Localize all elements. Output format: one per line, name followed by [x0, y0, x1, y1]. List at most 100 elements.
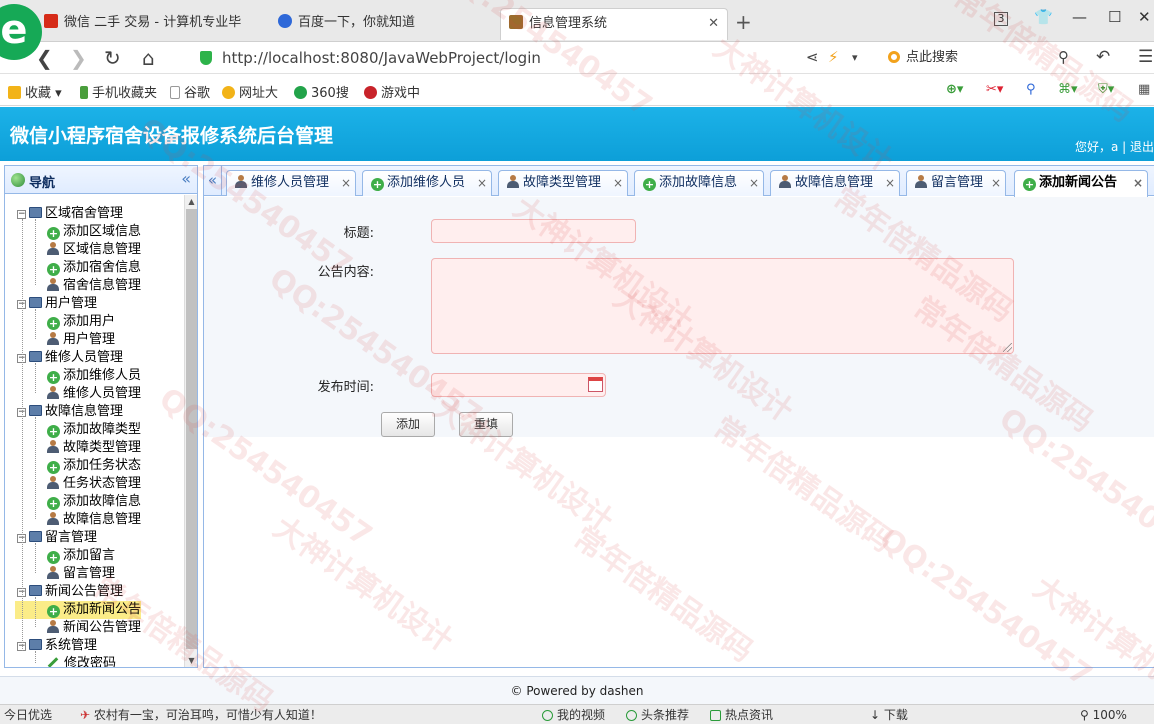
search-input[interactable]: 点此搜索	[888, 46, 1078, 70]
close-icon[interactable]: ×	[341, 171, 351, 195]
sidebar-item[interactable]: 修改密码	[47, 655, 116, 667]
close-icon[interactable]: ×	[749, 171, 759, 195]
panel-tab[interactable]: + 添加故障信息 ×	[634, 170, 764, 196]
status-download[interactable]: ↓ 下载	[870, 705, 908, 724]
sidebar-item[interactable]: 新闻公告管理	[47, 619, 141, 637]
browser-tab-label: 信息管理系统	[529, 16, 608, 31]
status-my-video[interactable]: 我的视频	[542, 705, 605, 724]
sidebar-item[interactable]: + 添加用户	[47, 313, 115, 331]
scroll-up-icon[interactable]: ▲	[185, 195, 198, 208]
browser-tab-3-active[interactable]: 信息管理系统 ✕	[500, 8, 728, 40]
panel-tab[interactable]: + 添加维修人员 ×	[362, 170, 492, 196]
status-today-picks[interactable]: 今日优选	[4, 705, 52, 724]
scroll-down-icon[interactable]: ▼	[185, 654, 198, 667]
scissors-icon[interactable]: ✂▾	[986, 82, 1003, 97]
menu-icon[interactable]: ☰	[1138, 47, 1153, 67]
close-tab-icon[interactable]: ✕	[708, 9, 719, 39]
bookmark-360[interactable]: 360搜	[294, 82, 349, 101]
panel-tab[interactable]: 维修人员管理 ×	[226, 170, 356, 196]
add-extension-icon[interactable]: ⊕▾	[946, 82, 963, 97]
maximize-icon[interactable]: ☐	[1108, 8, 1121, 26]
sidebar-group[interactable]: − 故障信息管理	[17, 403, 123, 421]
user-info-logout[interactable]: 您好，a | 退出	[1075, 138, 1154, 155]
sidebar-item[interactable]: 宿舍信息管理	[47, 277, 141, 295]
status-zoom[interactable]: ⚲ 100%	[1080, 705, 1127, 724]
close-icon[interactable]: ×	[1133, 171, 1143, 195]
secure-shield-icon	[200, 51, 212, 65]
back-icon[interactable]: ❮	[36, 46, 53, 70]
reset-button[interactable]: 重填	[459, 412, 513, 437]
sidebar-item[interactable]: + 添加宿舍信息	[47, 259, 141, 277]
sidebar-item[interactable]: 区域信息管理	[47, 241, 141, 259]
home-icon[interactable]: ⌂	[142, 46, 155, 70]
new-tab-button[interactable]: +	[735, 10, 752, 34]
tree-toggle-icon[interactable]: −	[17, 210, 26, 219]
sidebar-item[interactable]: + 添加维修人员	[47, 367, 141, 385]
sidebar-group[interactable]: − 留言管理	[17, 529, 97, 547]
gamepad-icon[interactable]: ⌘▾	[1058, 82, 1078, 97]
bookmark-urls[interactable]: 网址大	[222, 82, 278, 101]
minimize-icon[interactable]: —	[1072, 8, 1087, 26]
sidebar-item[interactable]: 故障信息管理	[47, 511, 141, 529]
panel-tab[interactable]: 留言管理 ×	[906, 170, 1006, 196]
apps-grid-icon[interactable]: ▦	[1138, 82, 1150, 97]
sidebar-scrollbar[interactable]: ▲ ▼	[184, 195, 197, 667]
sidebar-group[interactable]: − 区域宿舍管理	[17, 205, 123, 223]
panel-tab[interactable]: 故障信息管理 ×	[770, 170, 900, 196]
sidebar-item[interactable]: + 添加任务状态	[47, 457, 141, 475]
bookmark-google[interactable]: 谷歌	[170, 82, 210, 101]
sidebar-item[interactable]: + 添加新闻公告	[15, 601, 142, 619]
close-window-icon[interactable]: ✕	[1138, 8, 1151, 26]
sidebar-group[interactable]: − 系统管理	[17, 637, 97, 655]
collapse-sidebar-icon[interactable]: «	[181, 169, 191, 188]
bookmark-favorites[interactable]: 收藏 ▾	[8, 82, 62, 101]
user-icon	[47, 620, 59, 633]
shield-extension-icon[interactable]: ⛨▾	[1098, 82, 1114, 97]
share-icon[interactable]: ⋖	[806, 48, 819, 66]
title-input[interactable]	[431, 219, 636, 243]
status-headline[interactable]: 头条推荐	[626, 705, 689, 724]
sidebar-item[interactable]: + 添加故障信息	[47, 493, 141, 511]
lightning-icon[interactable]: ⚡	[828, 48, 839, 66]
resize-grip-icon[interactable]	[1003, 343, 1012, 352]
url-field[interactable]: http://localhost:8080/JavaWebProject/log…	[200, 46, 800, 70]
bookmark-mobile[interactable]: 手机收藏夹	[80, 82, 157, 101]
sidebar-item[interactable]: + 添加区域信息	[47, 223, 141, 241]
close-icon[interactable]: ×	[477, 171, 487, 195]
date-input[interactable]	[431, 373, 606, 397]
sidebar-item[interactable]: 维修人员管理	[47, 385, 141, 403]
user-icon	[47, 242, 59, 255]
sidebar-item[interactable]: 用户管理	[47, 331, 115, 349]
sidebar-item[interactable]: 任务状态管理	[47, 475, 141, 493]
calendar-icon[interactable]	[588, 377, 603, 392]
sidebar-group[interactable]: − 维修人员管理	[17, 349, 123, 367]
tabs-scroll-left-icon[interactable]: «	[204, 166, 222, 196]
add-button[interactable]: 添加	[381, 412, 435, 437]
browser-tab-2[interactable]: 百度一下，你就知道	[270, 8, 494, 40]
close-icon[interactable]: ×	[885, 171, 895, 195]
sidebar-item[interactable]: 留言管理	[47, 565, 115, 583]
bookmark-games[interactable]: 游戏中	[364, 82, 420, 101]
browser-tab-1[interactable]: 微信 二手 交易 - 计算机专业毕	[36, 8, 264, 40]
close-icon[interactable]: ×	[991, 171, 1001, 195]
sidebar-group[interactable]: − 新闻公告管理	[17, 583, 123, 601]
sidebar-item[interactable]: 故障类型管理	[47, 439, 141, 457]
panel-tab[interactable]: 故障类型管理 ×	[498, 170, 628, 196]
search-icon[interactable]: ⚲	[1058, 48, 1069, 66]
sidebar-item[interactable]: + 添加故障类型	[47, 421, 141, 439]
chevron-down-icon[interactable]: ▾	[852, 51, 858, 64]
sidebar-item[interactable]: + 添加留言	[47, 547, 115, 565]
close-icon[interactable]: ×	[613, 171, 623, 195]
undo-icon[interactable]: ↶	[1096, 47, 1110, 67]
status-news-ticker[interactable]: ✈ 农村有一宝，可治耳鸣，可惜少有人知道！	[80, 705, 322, 724]
tab-count-badge[interactable]: 3	[994, 12, 1008, 26]
status-hot-news[interactable]: 热点资讯	[710, 705, 773, 724]
panel-tab[interactable]: + 添加新闻公告 ×	[1014, 170, 1148, 197]
content-textarea[interactable]	[431, 258, 1014, 354]
magnifier-icon[interactable]: ⚲	[1026, 82, 1036, 97]
shirt-skin-icon[interactable]: 👕	[1034, 8, 1053, 26]
scrollbar-thumb[interactable]	[186, 209, 197, 649]
forward-icon[interactable]: ❯	[70, 46, 87, 70]
sidebar-group[interactable]: − 用户管理	[17, 295, 97, 313]
reload-icon[interactable]: ↻	[104, 46, 121, 70]
